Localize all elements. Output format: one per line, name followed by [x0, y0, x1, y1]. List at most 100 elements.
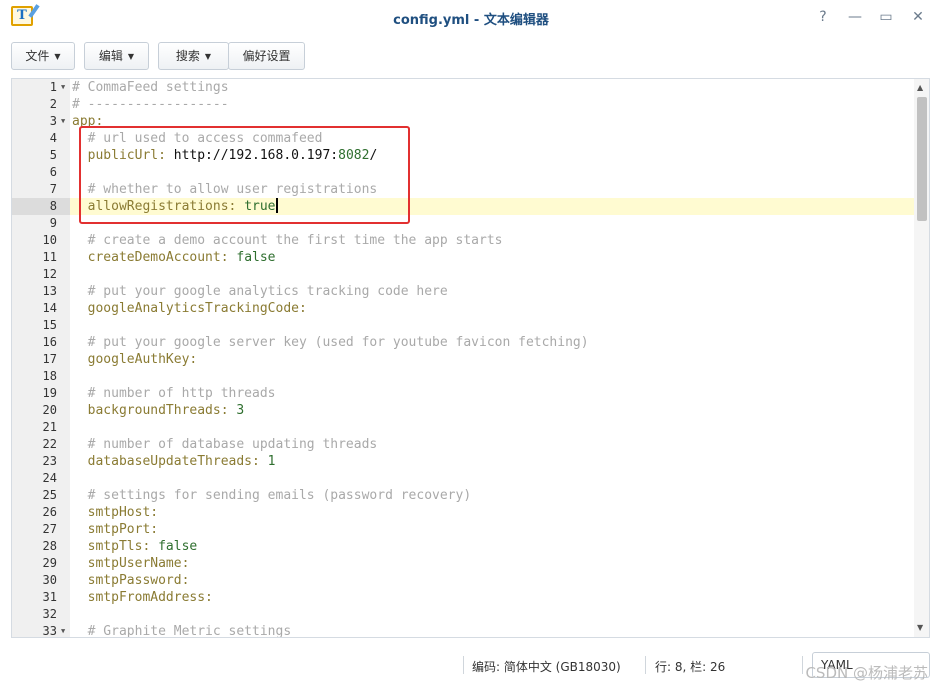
chevron-down-icon: ▼: [127, 52, 135, 61]
line-number: 18: [42, 369, 57, 383]
code-text: # number of database updating threads: [72, 436, 378, 453]
code-line[interactable]: 12: [12, 266, 914, 283]
code-line[interactable]: 2 # ------------------: [12, 96, 914, 113]
search-menu-button[interactable]: 搜索 ▼: [158, 42, 229, 70]
line-number: 21: [42, 420, 57, 434]
code-line[interactable]: 11 createDemoAccount: false: [12, 249, 914, 266]
token-comment: # number of http threads: [72, 386, 276, 401]
search-menu-label: 搜索: [175, 49, 200, 63]
line-number: 28: [42, 539, 57, 553]
code-line[interactable]: 3 ▼ app:: [12, 113, 914, 130]
token-key: googleAuthKey:: [72, 352, 198, 367]
code-text: # number of http threads: [72, 385, 276, 402]
code-line[interactable]: 32: [12, 606, 914, 623]
status-divider: [463, 656, 464, 674]
code-line[interactable]: 4 # url used to access commafeed: [12, 130, 914, 147]
fold-toggle-icon[interactable]: ▼: [61, 79, 69, 96]
code-line[interactable]: 27 smtpPort:: [12, 521, 914, 538]
code-line[interactable]: 29 smtpUserName:: [12, 555, 914, 572]
code-editor[interactable]: 1 ▼ # CommaFeed settings 2 # ---------------…: [11, 78, 930, 638]
token-key: app:: [72, 114, 104, 129]
code-line[interactable]: 22 # number of database updating threads: [12, 436, 914, 453]
code-text: # Graphite Metric settings: [72, 623, 292, 637]
code-line[interactable]: 7 # whether to allow user registrations: [12, 181, 914, 198]
window-title: config.yml - 文本编辑器: [393, 13, 549, 28]
code-line[interactable]: 21: [12, 419, 914, 436]
scrollbar-thumb[interactable]: [917, 97, 927, 221]
line-number: 5: [49, 148, 57, 162]
minimize-icon[interactable]: —: [846, 8, 864, 26]
code-text: # put your google analytics tracking cod…: [72, 283, 448, 300]
code-text: createDemoAccount: false: [72, 249, 276, 266]
token-key: smtpUserName:: [72, 556, 190, 571]
token-key: backgroundThreads:: [72, 403, 237, 418]
code-line[interactable]: 9: [12, 215, 914, 232]
file-menu-button[interactable]: 文件 ▼: [11, 42, 75, 70]
status-bar: 编码: 简体中文 (GB18030) 行: 8, 栏: 26 YAML CSDN…: [0, 648, 942, 684]
code-line[interactable]: 23 databaseUpdateThreads: 1: [12, 453, 914, 470]
code-line[interactable]: 5 publicUrl: http://192.168.0.197:8082/: [12, 147, 914, 164]
token-key: smtpFromAddress:: [72, 590, 213, 605]
line-number: 14: [42, 301, 57, 315]
code-line[interactable]: 33 ▼ # Graphite Metric settings: [12, 623, 914, 637]
line-number: 30: [42, 573, 57, 587]
close-icon[interactable]: ✕: [909, 8, 927, 26]
maximize-icon[interactable]: ▭: [877, 8, 895, 26]
token-comment: # put your google server key (used for y…: [72, 335, 589, 350]
line-number: 9: [49, 216, 57, 230]
fold-toggle-icon[interactable]: ▼: [61, 623, 69, 637]
token-val: 1: [267, 454, 276, 469]
code-line[interactable]: 16 # put your google server key (used fo…: [12, 334, 914, 351]
scroll-down-icon[interactable]: ▼: [917, 623, 923, 632]
token-str: http://192.168.0.197:: [173, 148, 339, 163]
status-divider: [802, 656, 803, 674]
code-text: smtpHost:: [72, 504, 158, 521]
code-text: # url used to access commafeed: [72, 130, 323, 147]
code-line[interactable]: 6: [12, 164, 914, 181]
code-line[interactable]: 20 backgroundThreads: 3: [12, 402, 914, 419]
code-text: # ------------------: [72, 96, 229, 113]
code-line[interactable]: 28 smtpTls: false: [12, 538, 914, 555]
file-menu-label: 文件: [25, 49, 50, 63]
code-line[interactable]: 8 allowRegistrations: true: [12, 198, 914, 215]
token-val: 3: [236, 403, 245, 418]
text-cursor: [275, 198, 278, 213]
code-line[interactable]: 14 googleAnalyticsTrackingCode:: [12, 300, 914, 317]
code-line[interactable]: 10 # create a demo account the first tim…: [12, 232, 914, 249]
scroll-up-icon[interactable]: ▲: [917, 83, 923, 92]
code-text: # put your google server key (used for y…: [72, 334, 589, 351]
code-text: smtpPort:: [72, 521, 158, 538]
code-line[interactable]: 26 smtpHost:: [12, 504, 914, 521]
preferences-button[interactable]: 偏好设置: [228, 42, 305, 70]
token-key: smtpHost:: [72, 505, 159, 520]
code-text: publicUrl: http://192.168.0.197:8082/: [72, 147, 378, 164]
code-text: # CommaFeed settings: [72, 79, 229, 96]
edit-menu-button[interactable]: 编辑 ▼: [84, 42, 149, 70]
code-line[interactable]: 30 smtpPassword:: [12, 572, 914, 589]
line-number: 16: [42, 335, 57, 349]
code-text: # whether to allow user registrations: [72, 181, 378, 198]
line-number: 8: [12, 198, 70, 215]
code-line[interactable]: 13 # put your google analytics tracking …: [12, 283, 914, 300]
code-line[interactable]: 15: [12, 317, 914, 334]
token-key: smtpTls:: [72, 539, 159, 554]
code-line[interactable]: 24: [12, 470, 914, 487]
code-line[interactable]: 17 googleAuthKey:: [12, 351, 914, 368]
code-line[interactable]: 19 # number of http threads: [12, 385, 914, 402]
token-comment: # ------------------: [72, 97, 229, 112]
code-text: smtpPassword:: [72, 572, 190, 589]
line-number: 26: [42, 505, 57, 519]
code-text: googleAnalyticsTrackingCode:: [72, 300, 307, 317]
encoding-status[interactable]: 编码: 简体中文 (GB18030): [472, 658, 621, 675]
fold-toggle-icon[interactable]: ▼: [61, 113, 69, 130]
code-line[interactable]: 1 ▼ # CommaFeed settings: [12, 79, 914, 96]
code-line[interactable]: 25 # settings for sending emails (passwo…: [12, 487, 914, 504]
line-number: 6: [49, 165, 57, 179]
token-comment: # number of database updating threads: [72, 437, 378, 452]
vertical-scrollbar[interactable]: ▲ ▼: [914, 79, 929, 637]
help-icon[interactable]: ?: [814, 8, 832, 26]
code-line[interactable]: 31 smtpFromAddress:: [12, 589, 914, 606]
code-line[interactable]: 18: [12, 368, 914, 385]
line-number: 31: [42, 590, 57, 604]
code-text: allowRegistrations: true: [72, 198, 278, 215]
